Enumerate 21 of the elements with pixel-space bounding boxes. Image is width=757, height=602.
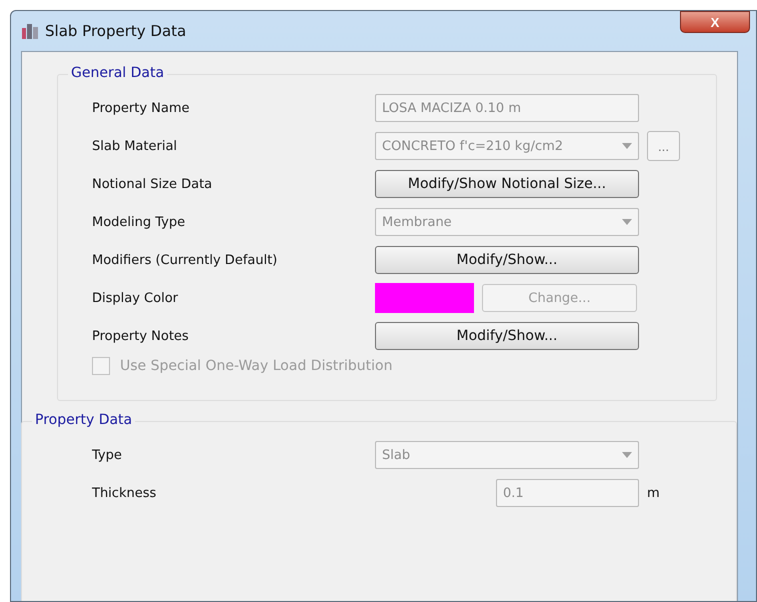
field-label: Property Name [92, 100, 190, 116]
buildings-icon [21, 22, 39, 40]
action-button[interactable]: Modify/Show Notional Size... [375, 170, 639, 198]
group-title: Property Data [32, 412, 136, 428]
window-title: Slab Property Data [45, 22, 186, 40]
checkbox-label: Use Special One-Way Load Distribution [120, 358, 392, 374]
field-label: Modifiers (Currently Default) [92, 252, 278, 268]
dropdown-arrow-icon [622, 143, 632, 149]
field-label: Notional Size Data [92, 176, 214, 192]
field-label: Display Color [92, 290, 179, 306]
field-label: Property Notes [92, 328, 190, 344]
field-label: Type [92, 448, 123, 462]
unit-label: m [647, 486, 660, 500]
dropdown-arrow-icon [622, 452, 632, 458]
dropdown-arrow-icon [622, 219, 632, 225]
action-button[interactable]: Modify/Show... [375, 246, 639, 274]
field-label: Slab Material [92, 138, 178, 154]
field-label: Modeling Type [92, 214, 186, 230]
field-label: Thickness [92, 486, 158, 500]
action-button[interactable]: Modify/Show... [375, 322, 639, 350]
close-button[interactable]: X [680, 11, 750, 33]
